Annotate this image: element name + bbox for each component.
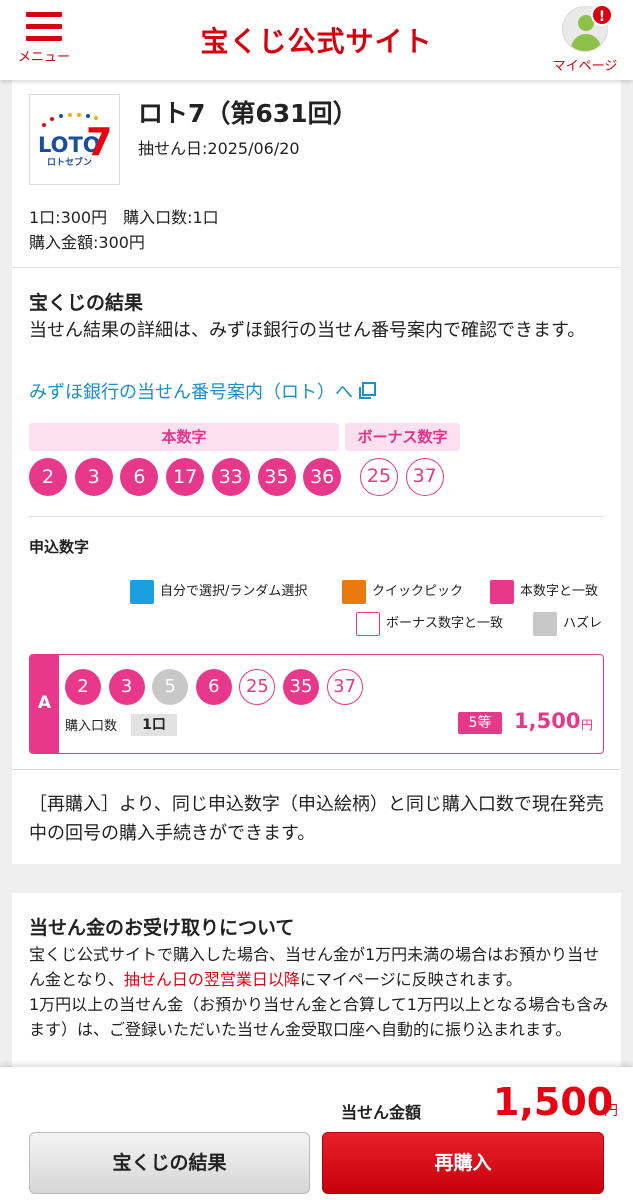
legend-swatch [356,612,380,636]
prize-unit: 円 [581,718,594,732]
receipt-text: にマイページに反映されます。 [299,970,522,989]
applied-number-ball: 25 [239,669,276,705]
divider [29,516,604,517]
prize-amount: 1,500 [514,709,581,733]
bonus-number-ball: 25 [360,458,398,496]
applied-number-ball: 5 [152,669,189,705]
legend-label: 自分で選択/ランダム選択 [160,584,308,599]
win-amount: 1,500 [493,1080,614,1124]
legend-swatch [130,580,154,604]
row-letter: A [30,655,59,753]
winning-number-ball: 33 [211,458,250,496]
legend-label: ハズレ [563,616,603,631]
legend-swatch [490,580,514,604]
applied-number-ball: 35 [283,669,319,705]
legend-swatch [342,580,366,604]
applied-number-ball: 3 [108,669,145,705]
unit-price: 1口:300円 購入口数:1口 [29,208,219,227]
receipt-text: 1万円以上の当せん金（お預かり当せん金と合算して1万円以上となる場合も含みます）… [29,995,609,1039]
winning-number-ball: 6 [120,458,159,496]
repurchase-button[interactable]: 再購入 [322,1132,604,1194]
notification-badge: ! [591,4,613,26]
product-title: ロト7（第631回） [138,99,358,128]
qty-value: 1口 [131,714,177,736]
winning-number-ball: 3 [74,458,113,496]
winning-number-ball: 2 [29,458,67,496]
prize-rank-badge: 5等 [458,712,502,734]
applied-number-ball: 6 [195,669,232,705]
main-numbers-label: 本数字 [29,423,339,451]
applied-number-ball: 2 [65,669,101,705]
bonus-numbers-label: ボーナス数字 [345,423,460,451]
result-section-title: 宝くじの結果 [29,292,144,314]
svg-text:ロトセブン: ロトセブン [47,156,92,168]
legend-swatch [533,612,557,636]
divider [12,267,621,268]
legend-label: クイックピック [372,584,464,599]
mypage-button[interactable]: ! マイページ [547,4,623,74]
qty-label: 購入口数 [65,719,118,734]
legend-label: ボーナス数字と一致 [386,616,504,631]
loto7-logo: LOTO 7 ロトセブン [29,94,120,185]
app-header: メニュー 宝くじ公式サイト ! マイページ [0,0,633,80]
draw-date: 抽せん日:2025/06/20 [138,139,300,158]
application-title: 申込数字 [29,538,90,556]
receipt-body: 宝くじ公式サイトで購入した場合、当せん金が1万円未満の場合はお預かり当せん金とな… [29,942,609,1042]
winning-number-ball: 17 [166,458,205,496]
divider [12,769,621,770]
repurchase-note: ［再購入］より、同じ申込数字（申込絵柄）と同じ購入口数で現在発売中の回号の購入手… [29,794,604,844]
purchase-amount: 購入金額:300円 [29,233,145,252]
applied-number-ball: 37 [326,669,363,705]
winning-number-ball: 36 [303,458,342,496]
receipt-card: 当せん金のお受け取りについて 宝くじ公式サイトで購入した場合、当せん金が1万円未… [12,893,621,1093]
result-card: LOTO 7 ロトセブン ロト7（第631回） 抽せん日:2025/06/20 … [12,80,621,864]
winning-number-ball: 35 [257,458,296,496]
legend-label: 本数字と一致 [520,584,599,599]
mizuho-link-text: みずほ銀行の当せん番号案内（ロト）へ [29,382,353,403]
mizuho-link[interactable]: みずほ銀行の当せん番号案内（ロト）へ [29,378,377,406]
win-amount-label: 当せん金額 [341,1103,422,1122]
bottom-bar: 当せん金額 1,500 円 宝くじの結果 再購入 [0,1067,633,1200]
mypage-label: マイページ [552,59,618,74]
receipt-title: 当せん金のお受け取りについて [29,917,295,939]
lottery-result-button[interactable]: 宝くじの結果 [29,1132,310,1194]
receipt-highlight: 抽せん日の翌営業日以降 [123,970,300,989]
application-row-a: A 2 3 5 6 25 35 37 購入口数 1口 5等 1,500 円 [29,654,604,754]
bonus-number-ball: 37 [405,458,444,496]
external-link-icon [357,381,377,406]
result-description: 当せん結果の詳細は、みずほ銀行の当せん番号案内で確認できます。 [29,320,586,341]
site-logo[interactable]: 宝くじ公式サイト [0,20,633,60]
win-unit: 円 [604,1103,618,1119]
